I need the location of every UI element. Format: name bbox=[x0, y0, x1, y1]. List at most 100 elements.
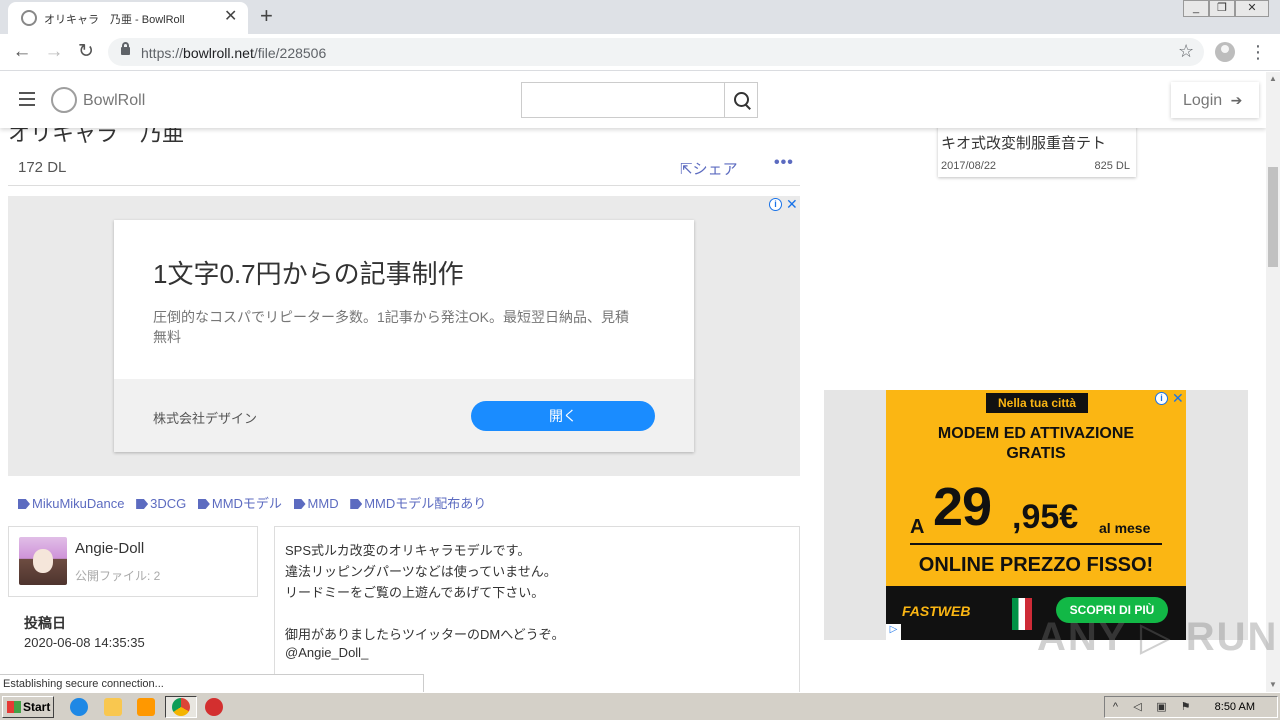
tray-expand-icon[interactable]: ^ bbox=[1109, 701, 1122, 714]
action-center-flag-icon[interactable]: ⚑ bbox=[1179, 701, 1192, 714]
related-file-downloads: 825 DL bbox=[1094, 160, 1130, 172]
site-header: BowlRoll Login ➔ bbox=[0, 72, 1266, 128]
italy-team-badge-icon bbox=[1012, 598, 1032, 630]
adchoices-icon[interactable]: ▷ bbox=[886, 624, 901, 640]
chrome-icon[interactable] bbox=[172, 698, 190, 716]
tag-icon bbox=[293, 499, 306, 509]
share-button[interactable]: ⇱シェア bbox=[680, 158, 738, 179]
description-line: 違法リッピングパーツなどは使っていません。 bbox=[285, 564, 557, 579]
ad-info-icon[interactable]: i bbox=[1155, 392, 1168, 405]
tag-mikumikudance[interactable]: MikuMikuDance bbox=[18, 496, 124, 511]
folder-icon[interactable] bbox=[104, 698, 122, 716]
profile-avatar-icon[interactable] bbox=[1215, 42, 1235, 62]
ad-info-icon[interactable]: i bbox=[769, 198, 782, 211]
ad-card[interactable]: 1文字0.7円からの記事制作 圧倒的なコスパでリピーター多数。1記事から発注OK… bbox=[114, 220, 694, 452]
tab-title: オリキャラ 乃亜 - BowlRoll bbox=[44, 14, 185, 26]
back-arrow-icon[interactable]: ← bbox=[10, 40, 34, 64]
search-icon[interactable] bbox=[724, 82, 758, 118]
tab-close-icon[interactable]: ✕ bbox=[224, 8, 237, 26]
ad-close-icon[interactable]: ✕ bbox=[786, 196, 798, 213]
minimize-window-button[interactable]: _ bbox=[1183, 0, 1209, 17]
ad-banner-side: Nella tua città i ✕ MODEM ED ATTIVAZIONE… bbox=[824, 390, 1248, 640]
page-viewport: BowlRoll Login ➔ オリキャラ 乃亜 172 DL ⇱シェア ••… bbox=[0, 72, 1266, 692]
avatar[interactable] bbox=[19, 537, 67, 585]
post-date-label: 投稿日 bbox=[24, 615, 66, 631]
related-file-date: 2017/08/22 bbox=[941, 160, 997, 172]
login-button[interactable]: Login ➔ bbox=[1171, 82, 1259, 118]
ad-description[interactable]: 圧倒的なコスパでリピーター多数。1記事から発注OK。最短翌日納品、見積無料 bbox=[153, 307, 633, 347]
media-player-icon[interactable] bbox=[137, 698, 155, 716]
more-options-button[interactable]: ••• bbox=[774, 154, 794, 172]
tag-icon bbox=[197, 499, 210, 509]
taskbar-clock[interactable]: 8:50 AM bbox=[1215, 701, 1255, 713]
tag-icon bbox=[136, 499, 149, 509]
ad-price-main: 29 bbox=[933, 477, 992, 537]
fastweb-ad[interactable]: Nella tua città i ✕ MODEM ED ATTIVAZIONE… bbox=[886, 390, 1186, 640]
divider bbox=[910, 543, 1162, 545]
ad-open-button[interactable]: 開く bbox=[471, 401, 655, 431]
share-icon: ⇱ bbox=[680, 161, 693, 178]
login-arrow-icon: ➔ bbox=[1230, 92, 1243, 108]
description-line: 御用がありましたらツイッターのDMへどうぞ。 bbox=[285, 627, 565, 642]
tag-3dcg[interactable]: 3DCG bbox=[136, 496, 186, 511]
author-name[interactable]: Angie-Doll bbox=[75, 540, 144, 557]
scroll-thumb[interactable] bbox=[1268, 167, 1278, 267]
ad-price-prefix: A bbox=[910, 516, 925, 538]
download-count: 172 DL bbox=[18, 159, 67, 176]
reload-icon[interactable]: ↻ bbox=[74, 40, 98, 64]
internet-explorer-icon[interactable] bbox=[70, 698, 88, 716]
system-tray: ^ ◁ ▣ ⚑ 8:50 AM bbox=[1104, 696, 1278, 718]
description-line: @Angie_Doll_ bbox=[285, 645, 369, 660]
author-card[interactable]: Angie-Doll 公開ファイル: 2 bbox=[8, 526, 258, 597]
ad-footer: 株式会社デザイン 開く bbox=[114, 379, 694, 452]
ad-price-decimal: ,95€ bbox=[1012, 498, 1079, 536]
browser-tabstrip: オリキャラ 乃亜 - BowlRoll ✕ + _ ❐ ✕ bbox=[0, 0, 1280, 34]
search-input[interactable] bbox=[521, 82, 725, 118]
ad-price-unit: al mese bbox=[1099, 520, 1151, 536]
forward-arrow-icon[interactable]: → bbox=[42, 40, 66, 64]
start-button[interactable]: Start bbox=[2, 696, 54, 718]
bowlroll-logo-icon[interactable] bbox=[51, 87, 77, 113]
tag-icon bbox=[18, 499, 30, 509]
bookmark-star-icon[interactable]: ☆ bbox=[1178, 41, 1194, 62]
lock-icon[interactable] bbox=[121, 42, 130, 55]
browser-menu-icon[interactable]: ⋮ bbox=[1248, 40, 1268, 64]
ad-advertiser[interactable]: 株式会社デザイン bbox=[153, 408, 257, 427]
browser-tab[interactable]: オリキャラ 乃亜 - BowlRoll ✕ bbox=[8, 2, 248, 34]
tag-mmd-model-distribution[interactable]: MMDモデル配布あり bbox=[350, 496, 486, 511]
tag-mmd-model[interactable]: MMDモデル bbox=[197, 496, 282, 511]
file-description: SPS式ルカ改変のオリキャラモデルです。 違法リッピングパーツなどは使っていませ… bbox=[274, 526, 800, 692]
scroll-down-arrow-icon[interactable]: ▼ bbox=[1266, 678, 1280, 692]
stop-icon[interactable] bbox=[205, 698, 223, 716]
tag-list: MikuMikuDance 3DCG MMDモデル MMD MMDモデル配布あり bbox=[18, 493, 494, 512]
site-logo-text[interactable]: BowlRoll bbox=[83, 92, 145, 110]
restore-window-button[interactable]: ❐ bbox=[1209, 0, 1235, 17]
divider bbox=[8, 185, 800, 186]
close-window-button[interactable]: ✕ bbox=[1235, 0, 1269, 17]
ad-headline: MODEM ED ATTIVAZIONE GRATIS bbox=[937, 425, 1135, 462]
ad-close-icon[interactable]: ✕ bbox=[1172, 390, 1184, 407]
volume-icon[interactable]: ◁ bbox=[1131, 701, 1144, 714]
windows-logo-icon bbox=[7, 701, 21, 713]
ad-subline: ONLINE PREZZO FISSO! bbox=[918, 554, 1154, 576]
scroll-up-arrow-icon[interactable]: ▲ bbox=[1266, 72, 1280, 86]
page-scrollbar[interactable]: ▲ ▼ bbox=[1266, 72, 1280, 692]
windows-taskbar: Start ^ ◁ ▣ ⚑ 8:50 AM bbox=[0, 692, 1280, 720]
browser-toolbar: ← → ↻ https://bowlroll.net/file/228506 ☆ bbox=[0, 34, 1280, 71]
tag-mmd[interactable]: MMD bbox=[293, 496, 339, 511]
hamburger-menu-icon[interactable] bbox=[19, 92, 35, 106]
new-tab-button[interactable]: + bbox=[260, 4, 273, 28]
related-file-title[interactable]: キオ式改変制服重音テト bbox=[941, 132, 1106, 153]
tag-icon bbox=[350, 499, 363, 509]
network-icon[interactable]: ▣ bbox=[1155, 701, 1168, 714]
ad-headline[interactable]: 1文字0.7円からの記事制作 bbox=[153, 254, 464, 291]
post-date: 2020-06-08 14:35:35 bbox=[24, 635, 145, 650]
author-file-count: 公開ファイル: 2 bbox=[75, 569, 161, 583]
loading-favicon-icon bbox=[21, 10, 37, 26]
url-text[interactable]: https://bowlroll.net/file/228506 bbox=[141, 45, 326, 61]
address-bar[interactable]: https://bowlroll.net/file/228506 ☆ bbox=[108, 38, 1204, 66]
ad-banner-top[interactable]: i ✕ 1文字0.7円からの記事制作 圧倒的なコスパでリピーター多数。1記事から… bbox=[8, 196, 800, 476]
ad-tag: Nella tua città bbox=[986, 393, 1088, 413]
fastweb-logo: FASTWEB bbox=[902, 603, 971, 619]
anyrun-watermark: ANY ▷ RUN bbox=[1037, 615, 1279, 659]
